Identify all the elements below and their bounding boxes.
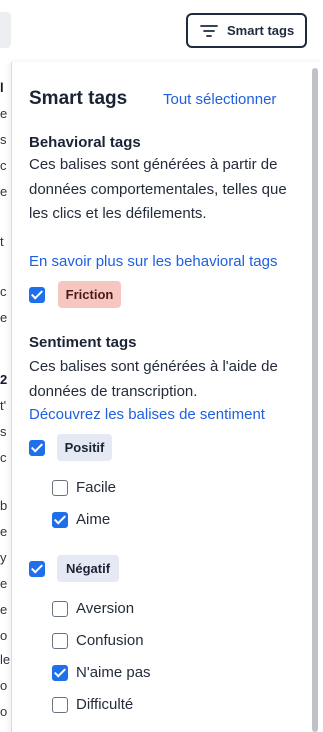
- behavioral-tags-learn-more-link[interactable]: En savoir plus sur les behavioral tags: [29, 253, 277, 270]
- background-text: s: [0, 132, 7, 147]
- aime-label: Aime: [76, 511, 111, 528]
- background-text: le: [0, 652, 11, 667]
- naime-pas-checkbox[interactable]: [52, 665, 68, 681]
- negative-group-checkbox[interactable]: [29, 561, 45, 577]
- background-text: o: [0, 628, 8, 643]
- sentiment-tags-description: Ces balises sont générées à l'aide de do…: [29, 358, 278, 400]
- background-text: e: [0, 310, 8, 325]
- background-text: e: [0, 184, 8, 199]
- aversion-label: Aversion: [76, 600, 135, 617]
- background-text: b: [0, 498, 8, 513]
- behavioral-tags-description: Ces balises sont générées à partir de do…: [29, 156, 287, 222]
- facile-checkbox[interactable]: [52, 480, 68, 496]
- facile-label: Facile: [76, 479, 117, 496]
- confusion-label: Confusion: [76, 632, 144, 649]
- sentiment-tags-title: Sentiment tags: [29, 334, 137, 351]
- background-text: c: [0, 450, 7, 465]
- background-text: t': [0, 398, 7, 413]
- confusion-checkbox[interactable]: [52, 633, 68, 649]
- friction-tag-badge: Friction: [58, 281, 121, 308]
- difficulte-label: Difficulté: [76, 696, 134, 713]
- panel-title: Smart tags: [29, 88, 128, 109]
- panel-scrollbar-thumb[interactable]: [312, 68, 318, 732]
- background-text: c: [0, 158, 7, 173]
- select-all-link[interactable]: Tout sélectionner: [163, 91, 276, 108]
- filter-lines-icon: [200, 24, 218, 37]
- naime-pas-label: N'aime pas: [76, 664, 151, 681]
- positive-tag-badge: Positif: [57, 434, 112, 461]
- background-search-field[interactable]: [0, 12, 11, 48]
- background-text: t: [0, 234, 4, 249]
- aversion-checkbox[interactable]: [52, 601, 68, 617]
- background-text: e: [0, 576, 8, 591]
- smart-tags-button-label: Smart tags: [227, 23, 295, 38]
- background-text: c: [0, 284, 7, 299]
- positive-group-checkbox[interactable]: [29, 440, 45, 456]
- sentiment-learn-more-link[interactable]: Découvrez les balises de sentiment: [29, 406, 265, 423]
- background-text: o: [0, 678, 8, 693]
- background-text: l: [0, 80, 4, 95]
- background-text: e: [0, 524, 8, 539]
- behavioral-tags-title: Behavioral tags: [29, 134, 141, 151]
- background-text: o: [0, 704, 8, 719]
- friction-checkbox[interactable]: [29, 287, 45, 303]
- background-text: 2: [0, 372, 8, 387]
- difficulte-checkbox[interactable]: [52, 697, 68, 713]
- background-text: e: [0, 602, 8, 617]
- background-text: s: [0, 424, 7, 439]
- background-text: e: [0, 106, 8, 121]
- aime-checkbox[interactable]: [52, 512, 68, 528]
- background-text: y: [0, 550, 7, 565]
- smart-tags-button[interactable]: Smart tags: [186, 13, 307, 48]
- negative-tag-badge: Négatif: [57, 555, 119, 582]
